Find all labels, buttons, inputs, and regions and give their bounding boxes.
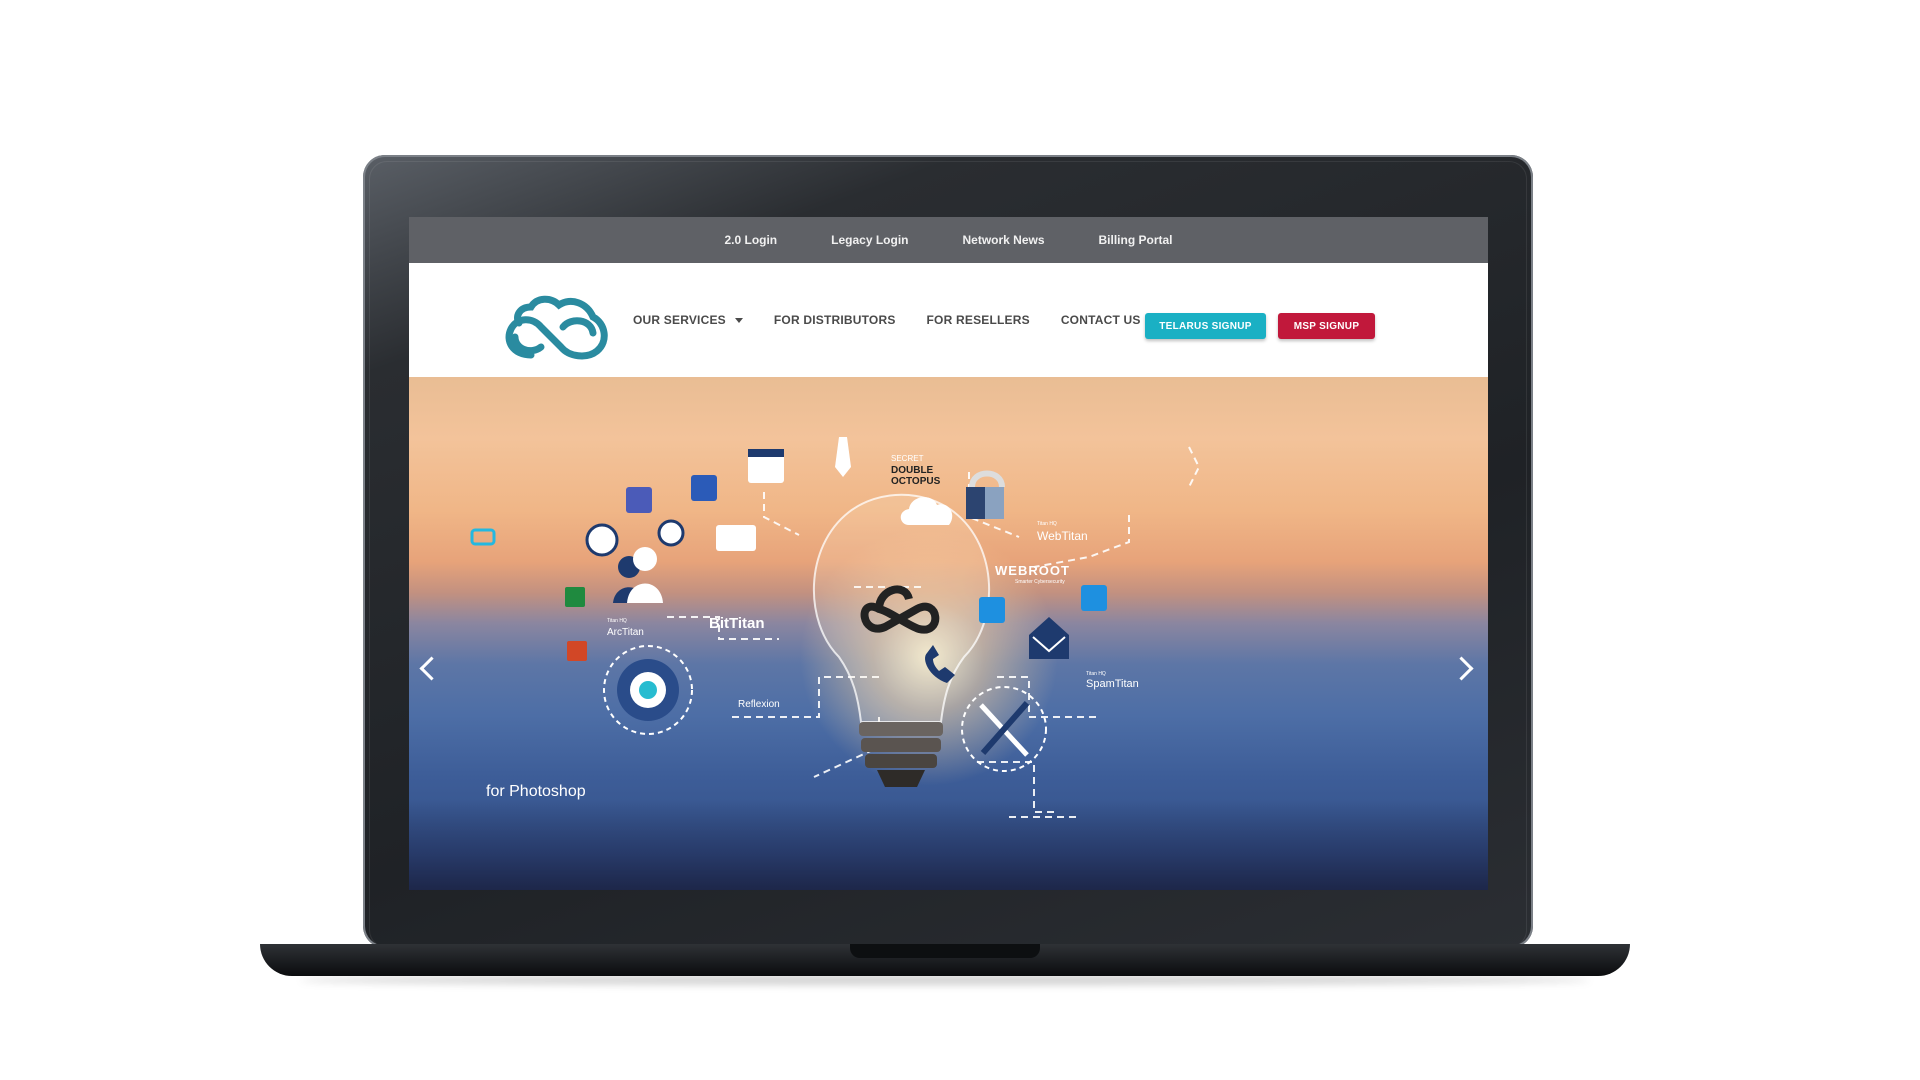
webroot-sub: Smarter Cybersecurity: [1015, 579, 1065, 585]
site-logo[interactable]: [501, 283, 613, 363]
nav-our-services-label: OUR SERVICES: [633, 313, 726, 327]
telarus-signup-button[interactable]: TELARUS SIGNUP: [1145, 313, 1266, 339]
briefcase-icon: [716, 525, 756, 551]
exchange-icon: [1081, 585, 1107, 611]
nav-contact-us[interactable]: CONTACT US: [1061, 313, 1141, 327]
webroot-logo: WEBROOT: [995, 563, 1070, 578]
excel-icon: [565, 587, 585, 607]
laptop-notch: [850, 944, 1040, 958]
bittitan-logo: BitTitan: [709, 615, 765, 632]
hero-illustration: SECRET DOUBLE OCTOPUS Titan HQ WebTitan …: [470, 437, 1201, 818]
nav-for-resellers[interactable]: FOR RESELLERS: [927, 313, 1030, 327]
sdo-line3: OCTOPUS: [891, 476, 941, 487]
msp-signup-button[interactable]: MSP SIGNUP: [1278, 313, 1375, 339]
main-navigation: OUR SERVICES FOR DISTRIBUTORS FOR RESELL…: [409, 263, 1488, 377]
lightbulb-icon: [813, 493, 990, 787]
hero-caption: for Photoshop: [486, 783, 586, 800]
reflexion-logo: Reflexion: [738, 699, 780, 710]
spamtitan-logo: SpamTitan: [1086, 678, 1139, 690]
slider-pause-icon[interactable]: [470, 528, 496, 546]
tools-icon: [961, 686, 1047, 772]
webtitan-small: Titan HQ: [1037, 521, 1057, 527]
calendar-icon: [748, 449, 784, 483]
billing-portal-link[interactable]: Billing Portal: [1099, 233, 1173, 247]
word-icon: [691, 475, 717, 501]
arctitan-small: Titan HQ: [607, 618, 627, 624]
envelope-icon: [1029, 617, 1069, 659]
teams-icon: [626, 487, 652, 513]
arctitan-logo: ArcTitan: [607, 627, 644, 638]
outlook-icon: [979, 597, 1005, 623]
laptop-shadow: [300, 975, 1590, 985]
people-chat-icon: [585, 519, 685, 603]
hero-slider: SECRET DOUBLE OCTOPUS Titan HQ WebTitan …: [409, 377, 1488, 890]
chevron-down-icon: [734, 317, 743, 323]
legacy-login-link[interactable]: Legacy Login: [831, 233, 908, 247]
nav-for-distributors[interactable]: FOR DISTRIBUTORS: [774, 313, 896, 327]
laptop-screen: 2.0 Login Legacy Login Network News Bill…: [409, 217, 1488, 890]
powerpoint-icon: [567, 641, 587, 661]
webtitan-logo: WebTitan: [1037, 529, 1088, 543]
lock-icon: [966, 470, 1005, 519]
spamtitan-small: Titan HQ: [1086, 671, 1106, 677]
utility-bar: 2.0 Login Legacy Login Network News Bill…: [409, 217, 1488, 263]
tie-icon: [835, 437, 851, 477]
sdo-line2: DOUBLE: [891, 465, 934, 476]
network-news-link[interactable]: Network News: [962, 233, 1044, 247]
nav-our-services[interactable]: OUR SERVICES: [633, 313, 743, 327]
login-2-link[interactable]: 2.0 Login: [724, 233, 777, 247]
gear-icon: [603, 645, 693, 735]
nav-menu: OUR SERVICES FOR DISTRIBUTORS FOR RESELL…: [633, 263, 1172, 377]
sdo-line1: SECRET: [891, 454, 924, 463]
